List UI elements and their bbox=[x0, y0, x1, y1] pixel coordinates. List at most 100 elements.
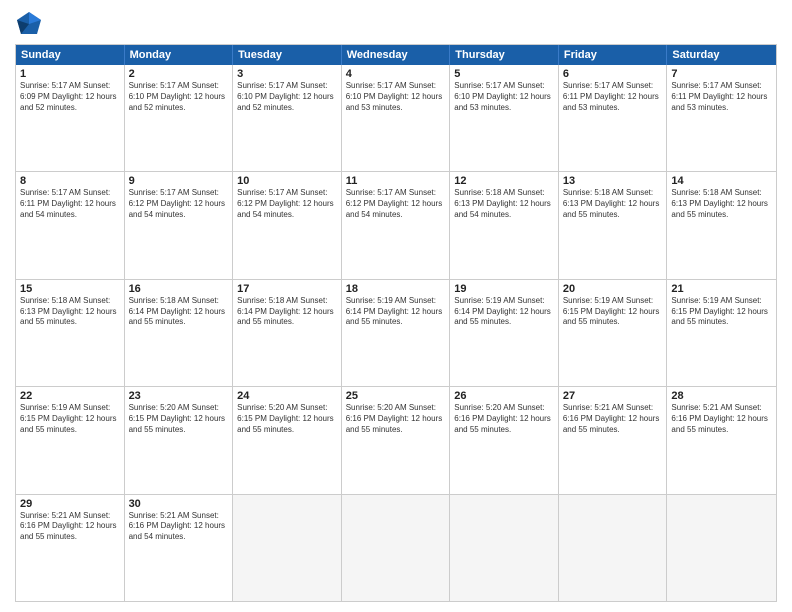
day-info: Sunrise: 5:20 AM Sunset: 6:15 PM Dayligh… bbox=[237, 403, 337, 435]
day-cell-3: 3Sunrise: 5:17 AM Sunset: 6:10 PM Daylig… bbox=[233, 65, 342, 171]
day-number: 11 bbox=[346, 175, 446, 187]
day-number: 30 bbox=[129, 498, 229, 510]
day-number: 3 bbox=[237, 68, 337, 80]
day-info: Sunrise: 5:18 AM Sunset: 6:14 PM Dayligh… bbox=[129, 296, 229, 328]
day-number: 29 bbox=[20, 498, 120, 510]
day-number: 6 bbox=[563, 68, 663, 80]
header bbox=[15, 10, 777, 38]
calendar-row-4: 22Sunrise: 5:19 AM Sunset: 6:15 PM Dayli… bbox=[16, 386, 776, 493]
day-cell-5: 5Sunrise: 5:17 AM Sunset: 6:10 PM Daylig… bbox=[450, 65, 559, 171]
day-cell-7: 7Sunrise: 5:17 AM Sunset: 6:11 PM Daylig… bbox=[667, 65, 776, 171]
day-number: 8 bbox=[20, 175, 120, 187]
day-info: Sunrise: 5:19 AM Sunset: 6:14 PM Dayligh… bbox=[346, 296, 446, 328]
day-number: 18 bbox=[346, 283, 446, 295]
day-number: 21 bbox=[671, 283, 772, 295]
logo-icon bbox=[15, 10, 43, 38]
day-cell-6: 6Sunrise: 5:17 AM Sunset: 6:11 PM Daylig… bbox=[559, 65, 668, 171]
day-info: Sunrise: 5:17 AM Sunset: 6:10 PM Dayligh… bbox=[454, 81, 554, 113]
day-info: Sunrise: 5:17 AM Sunset: 6:10 PM Dayligh… bbox=[237, 81, 337, 113]
day-number: 26 bbox=[454, 390, 554, 402]
day-header-thursday: Thursday bbox=[450, 45, 559, 65]
day-header-friday: Friday bbox=[559, 45, 668, 65]
day-cell-27: 27Sunrise: 5:21 AM Sunset: 6:16 PM Dayli… bbox=[559, 387, 668, 493]
day-number: 1 bbox=[20, 68, 120, 80]
day-number: 27 bbox=[563, 390, 663, 402]
day-cell-21: 21Sunrise: 5:19 AM Sunset: 6:15 PM Dayli… bbox=[667, 280, 776, 386]
calendar: SundayMondayTuesdayWednesdayThursdayFrid… bbox=[15, 44, 777, 602]
day-cell-4: 4Sunrise: 5:17 AM Sunset: 6:10 PM Daylig… bbox=[342, 65, 451, 171]
day-header-tuesday: Tuesday bbox=[233, 45, 342, 65]
day-header-sunday: Sunday bbox=[16, 45, 125, 65]
day-number: 28 bbox=[671, 390, 772, 402]
day-cell-19: 19Sunrise: 5:19 AM Sunset: 6:14 PM Dayli… bbox=[450, 280, 559, 386]
calendar-row-1: 1Sunrise: 5:17 AM Sunset: 6:09 PM Daylig… bbox=[16, 65, 776, 171]
day-info: Sunrise: 5:17 AM Sunset: 6:10 PM Dayligh… bbox=[346, 81, 446, 113]
day-cell-29: 29Sunrise: 5:21 AM Sunset: 6:16 PM Dayli… bbox=[16, 495, 125, 601]
day-cell-15: 15Sunrise: 5:18 AM Sunset: 6:13 PM Dayli… bbox=[16, 280, 125, 386]
day-header-saturday: Saturday bbox=[667, 45, 776, 65]
day-number: 14 bbox=[671, 175, 772, 187]
day-info: Sunrise: 5:18 AM Sunset: 6:13 PM Dayligh… bbox=[563, 188, 663, 220]
day-cell-18: 18Sunrise: 5:19 AM Sunset: 6:14 PM Dayli… bbox=[342, 280, 451, 386]
logo bbox=[15, 10, 47, 38]
day-number: 10 bbox=[237, 175, 337, 187]
day-cell-22: 22Sunrise: 5:19 AM Sunset: 6:15 PM Dayli… bbox=[16, 387, 125, 493]
empty-cell bbox=[559, 495, 668, 601]
day-info: Sunrise: 5:19 AM Sunset: 6:15 PM Dayligh… bbox=[20, 403, 120, 435]
day-number: 2 bbox=[129, 68, 229, 80]
day-number: 9 bbox=[129, 175, 229, 187]
day-header-monday: Monday bbox=[125, 45, 234, 65]
day-info: Sunrise: 5:21 AM Sunset: 6:16 PM Dayligh… bbox=[20, 511, 120, 543]
day-number: 19 bbox=[454, 283, 554, 295]
day-cell-8: 8Sunrise: 5:17 AM Sunset: 6:11 PM Daylig… bbox=[16, 172, 125, 278]
day-cell-10: 10Sunrise: 5:17 AM Sunset: 6:12 PM Dayli… bbox=[233, 172, 342, 278]
day-info: Sunrise: 5:17 AM Sunset: 6:09 PM Dayligh… bbox=[20, 81, 120, 113]
page: SundayMondayTuesdayWednesdayThursdayFrid… bbox=[0, 0, 792, 612]
day-cell-9: 9Sunrise: 5:17 AM Sunset: 6:12 PM Daylig… bbox=[125, 172, 234, 278]
day-cell-28: 28Sunrise: 5:21 AM Sunset: 6:16 PM Dayli… bbox=[667, 387, 776, 493]
day-number: 16 bbox=[129, 283, 229, 295]
calendar-row-2: 8Sunrise: 5:17 AM Sunset: 6:11 PM Daylig… bbox=[16, 171, 776, 278]
day-info: Sunrise: 5:18 AM Sunset: 6:13 PM Dayligh… bbox=[671, 188, 772, 220]
empty-cell bbox=[233, 495, 342, 601]
day-cell-25: 25Sunrise: 5:20 AM Sunset: 6:16 PM Dayli… bbox=[342, 387, 451, 493]
day-cell-17: 17Sunrise: 5:18 AM Sunset: 6:14 PM Dayli… bbox=[233, 280, 342, 386]
day-info: Sunrise: 5:21 AM Sunset: 6:16 PM Dayligh… bbox=[671, 403, 772, 435]
calendar-header: SundayMondayTuesdayWednesdayThursdayFrid… bbox=[16, 45, 776, 65]
empty-cell bbox=[342, 495, 451, 601]
day-cell-24: 24Sunrise: 5:20 AM Sunset: 6:15 PM Dayli… bbox=[233, 387, 342, 493]
day-info: Sunrise: 5:19 AM Sunset: 6:14 PM Dayligh… bbox=[454, 296, 554, 328]
empty-cell bbox=[450, 495, 559, 601]
day-cell-23: 23Sunrise: 5:20 AM Sunset: 6:15 PM Dayli… bbox=[125, 387, 234, 493]
day-number: 17 bbox=[237, 283, 337, 295]
day-number: 20 bbox=[563, 283, 663, 295]
day-cell-2: 2Sunrise: 5:17 AM Sunset: 6:10 PM Daylig… bbox=[125, 65, 234, 171]
day-cell-12: 12Sunrise: 5:18 AM Sunset: 6:13 PM Dayli… bbox=[450, 172, 559, 278]
day-number: 25 bbox=[346, 390, 446, 402]
day-info: Sunrise: 5:17 AM Sunset: 6:12 PM Dayligh… bbox=[129, 188, 229, 220]
day-info: Sunrise: 5:18 AM Sunset: 6:14 PM Dayligh… bbox=[237, 296, 337, 328]
day-info: Sunrise: 5:17 AM Sunset: 6:11 PM Dayligh… bbox=[20, 188, 120, 220]
day-number: 4 bbox=[346, 68, 446, 80]
day-number: 7 bbox=[671, 68, 772, 80]
calendar-row-5: 29Sunrise: 5:21 AM Sunset: 6:16 PM Dayli… bbox=[16, 494, 776, 601]
day-info: Sunrise: 5:21 AM Sunset: 6:16 PM Dayligh… bbox=[563, 403, 663, 435]
day-info: Sunrise: 5:20 AM Sunset: 6:16 PM Dayligh… bbox=[454, 403, 554, 435]
day-info: Sunrise: 5:17 AM Sunset: 6:10 PM Dayligh… bbox=[129, 81, 229, 113]
day-cell-16: 16Sunrise: 5:18 AM Sunset: 6:14 PM Dayli… bbox=[125, 280, 234, 386]
day-number: 12 bbox=[454, 175, 554, 187]
day-cell-26: 26Sunrise: 5:20 AM Sunset: 6:16 PM Dayli… bbox=[450, 387, 559, 493]
day-number: 15 bbox=[20, 283, 120, 295]
day-info: Sunrise: 5:18 AM Sunset: 6:13 PM Dayligh… bbox=[454, 188, 554, 220]
empty-cell bbox=[667, 495, 776, 601]
calendar-row-3: 15Sunrise: 5:18 AM Sunset: 6:13 PM Dayli… bbox=[16, 279, 776, 386]
day-cell-1: 1Sunrise: 5:17 AM Sunset: 6:09 PM Daylig… bbox=[16, 65, 125, 171]
day-number: 5 bbox=[454, 68, 554, 80]
calendar-body: 1Sunrise: 5:17 AM Sunset: 6:09 PM Daylig… bbox=[16, 65, 776, 601]
day-cell-14: 14Sunrise: 5:18 AM Sunset: 6:13 PM Dayli… bbox=[667, 172, 776, 278]
day-info: Sunrise: 5:18 AM Sunset: 6:13 PM Dayligh… bbox=[20, 296, 120, 328]
day-cell-30: 30Sunrise: 5:21 AM Sunset: 6:16 PM Dayli… bbox=[125, 495, 234, 601]
day-cell-11: 11Sunrise: 5:17 AM Sunset: 6:12 PM Dayli… bbox=[342, 172, 451, 278]
day-info: Sunrise: 5:19 AM Sunset: 6:15 PM Dayligh… bbox=[671, 296, 772, 328]
day-header-wednesday: Wednesday bbox=[342, 45, 451, 65]
